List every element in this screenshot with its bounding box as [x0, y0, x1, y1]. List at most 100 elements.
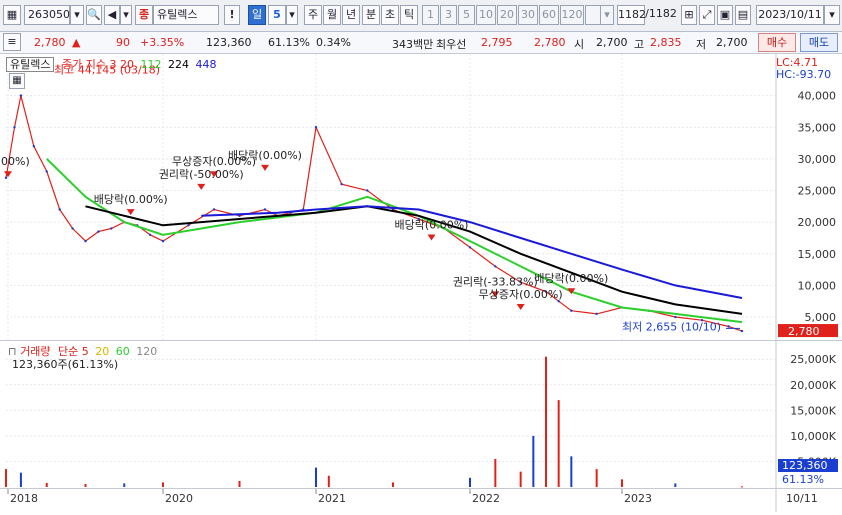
zoom-icon[interactable]: ⤢ — [699, 5, 715, 25]
volume-bar — [469, 477, 471, 487]
volume-value: 123,360 — [206, 36, 252, 49]
price-point — [58, 208, 61, 211]
price-point — [674, 315, 677, 319]
code-dropdown-icon[interactable]: ▾ — [70, 5, 84, 25]
chart-grid-icon[interactable]: ▦ — [9, 73, 25, 89]
price-chart-svg: 5,000 10,000 15,000 20,000 25,000 30,000 35,00… — [0, 54, 838, 351]
price-point — [595, 312, 598, 316]
turnover-ratio: 0.34% — [316, 36, 351, 49]
period-count-dropdown-icon[interactable]: ▾ — [286, 5, 298, 25]
volume-bar — [595, 469, 598, 487]
period-month-button[interactable]: 월 — [323, 5, 341, 25]
alert-button[interactable]: ! — [224, 5, 240, 25]
high-price: 2,835 — [650, 36, 682, 49]
price-point — [32, 145, 36, 148]
calendar-icon[interactable]: ▤ — [735, 5, 751, 25]
quote-bar: ≡ 2,780 ▲ 90 +3.35% 123,360 61.13% 0.34%… — [0, 32, 842, 54]
x-axis-svg: 2018 2020 2021 2022 2023 10/11 — [7, 489, 818, 512]
event-marker-icon — [197, 183, 206, 190]
x-tick-label: 2020 — [165, 492, 193, 505]
interval-20-button[interactable]: 20 — [497, 5, 517, 25]
x-tick-label: 2021 — [318, 492, 346, 505]
price-y-tick: 15,000 — [798, 248, 837, 261]
price-y-tick: 5,000 — [805, 311, 837, 324]
date-dropdown-icon[interactable]: ▾ — [824, 5, 840, 25]
save-icon[interactable]: ▣ — [717, 5, 733, 25]
open-label: 시 — [574, 38, 585, 51]
price-point — [97, 230, 100, 233]
price-point — [161, 239, 165, 243]
event-marker-icon — [427, 234, 436, 241]
period-second-button[interactable]: 초 — [381, 5, 399, 25]
date-input[interactable]: 2023/10/11 — [756, 5, 824, 25]
legend-stock-name[interactable]: 유틸렉스 — [6, 57, 55, 72]
price-point — [494, 265, 497, 268]
price-point — [71, 227, 74, 230]
price-y-tick: 40,000 — [798, 90, 837, 103]
legend-ma224: 224 — [167, 58, 189, 71]
event-label: 무상증자(0.00%) — [479, 288, 563, 301]
low-price: 2,700 — [716, 36, 748, 49]
price-chart-panel[interactable]: 5,000 10,000 15,000 20,000 25,000 30,000 35,00… — [0, 54, 842, 351]
speaker-icon[interactable]: ◀ — [104, 5, 120, 25]
price-point — [740, 329, 744, 333]
period-tick-button[interactable]: 틱 — [400, 5, 418, 25]
period-week-button[interactable]: 주 — [304, 5, 322, 25]
interval-60-button[interactable]: 60 — [539, 5, 559, 25]
volume-bar — [315, 467, 317, 487]
buy-button[interactable]: 매수 — [758, 33, 796, 52]
open-price: 2,700 — [596, 36, 628, 49]
legend-ma-title[interactable]: 종가 지수 3 — [62, 58, 116, 71]
price-point — [263, 208, 267, 211]
period-year-button[interactable]: 년 — [342, 5, 360, 25]
event-marker-icon — [261, 164, 269, 171]
volume-bar — [519, 471, 522, 487]
period-day-button[interactable]: 일 — [248, 5, 266, 25]
stock-code-input[interactable]: 263050 — [24, 5, 70, 25]
volume-bar — [162, 482, 164, 487]
interval-10-button[interactable]: 10 — [476, 5, 496, 25]
volume-chart-panel[interactable]: 5,000K10,000K15,000K20,000K25,000K123,36… — [0, 340, 842, 489]
x-tick-label: 2018 — [10, 492, 38, 505]
price-y-tick: 20,000 — [798, 216, 837, 229]
data-count-input[interactable]: 1182 — [617, 5, 646, 25]
event-label: 권리락(-33.83%) — [453, 275, 538, 288]
price-y-tick: 10,000 — [798, 279, 837, 292]
interval-1-button[interactable]: 1 — [422, 5, 439, 25]
search-icon[interactable]: 🔍 — [86, 5, 102, 25]
interval-3-button[interactable]: 3 — [440, 5, 457, 25]
grid-toggle-icon[interactable]: ⊞ — [681, 5, 697, 25]
high-label: 고 — [634, 38, 645, 51]
volume-ratio: 61.13% — [268, 36, 310, 49]
interval-5-button[interactable]: 5 — [458, 5, 475, 25]
price-point — [314, 126, 318, 129]
period-day-count[interactable]: 5 — [268, 5, 286, 25]
legend-ma448: 448 — [195, 58, 217, 71]
volume-bar — [123, 483, 126, 487]
sell-button[interactable]: 매도 — [800, 33, 838, 52]
price-arrow-icon: ▲ — [72, 36, 81, 49]
speaker-dropdown-icon[interactable]: ▾ — [120, 5, 132, 25]
chart-settings-icon[interactable]: ▦ — [3, 5, 21, 25]
x-tick-label: 2022 — [472, 492, 500, 505]
price-point — [45, 170, 48, 173]
volume-tag: 123,360 — [782, 459, 828, 472]
volume-current: 123,360주(61.13%) — [12, 358, 119, 371]
data-count-total: /1182 — [645, 7, 677, 20]
interval-30-button[interactable]: 30 — [518, 5, 538, 25]
price-y-tick: 35,000 — [798, 121, 837, 134]
interval-120-button[interactable]: 120 — [560, 5, 584, 25]
volume-bar — [532, 435, 535, 487]
stock-name-field[interactable]: 유틸렉스 — [153, 5, 219, 25]
period-minute-button[interactable]: 분 — [362, 5, 380, 25]
event-label: 배당락(0.00%) — [534, 272, 608, 285]
price-point — [148, 233, 152, 236]
price-change-pct: +3.35% — [140, 36, 185, 49]
quote-settings-icon[interactable]: ≡ — [3, 33, 21, 51]
interval-dropdown-icon[interactable]: ▾ — [600, 5, 614, 25]
price-point — [366, 189, 369, 192]
event-label: 배당락(0.00%) — [228, 149, 302, 162]
price-point — [212, 208, 216, 211]
best-ask-label: 최우선 — [436, 38, 467, 51]
x-axis: 2018 2020 2021 2022 2023 10/11 — [0, 488, 842, 512]
